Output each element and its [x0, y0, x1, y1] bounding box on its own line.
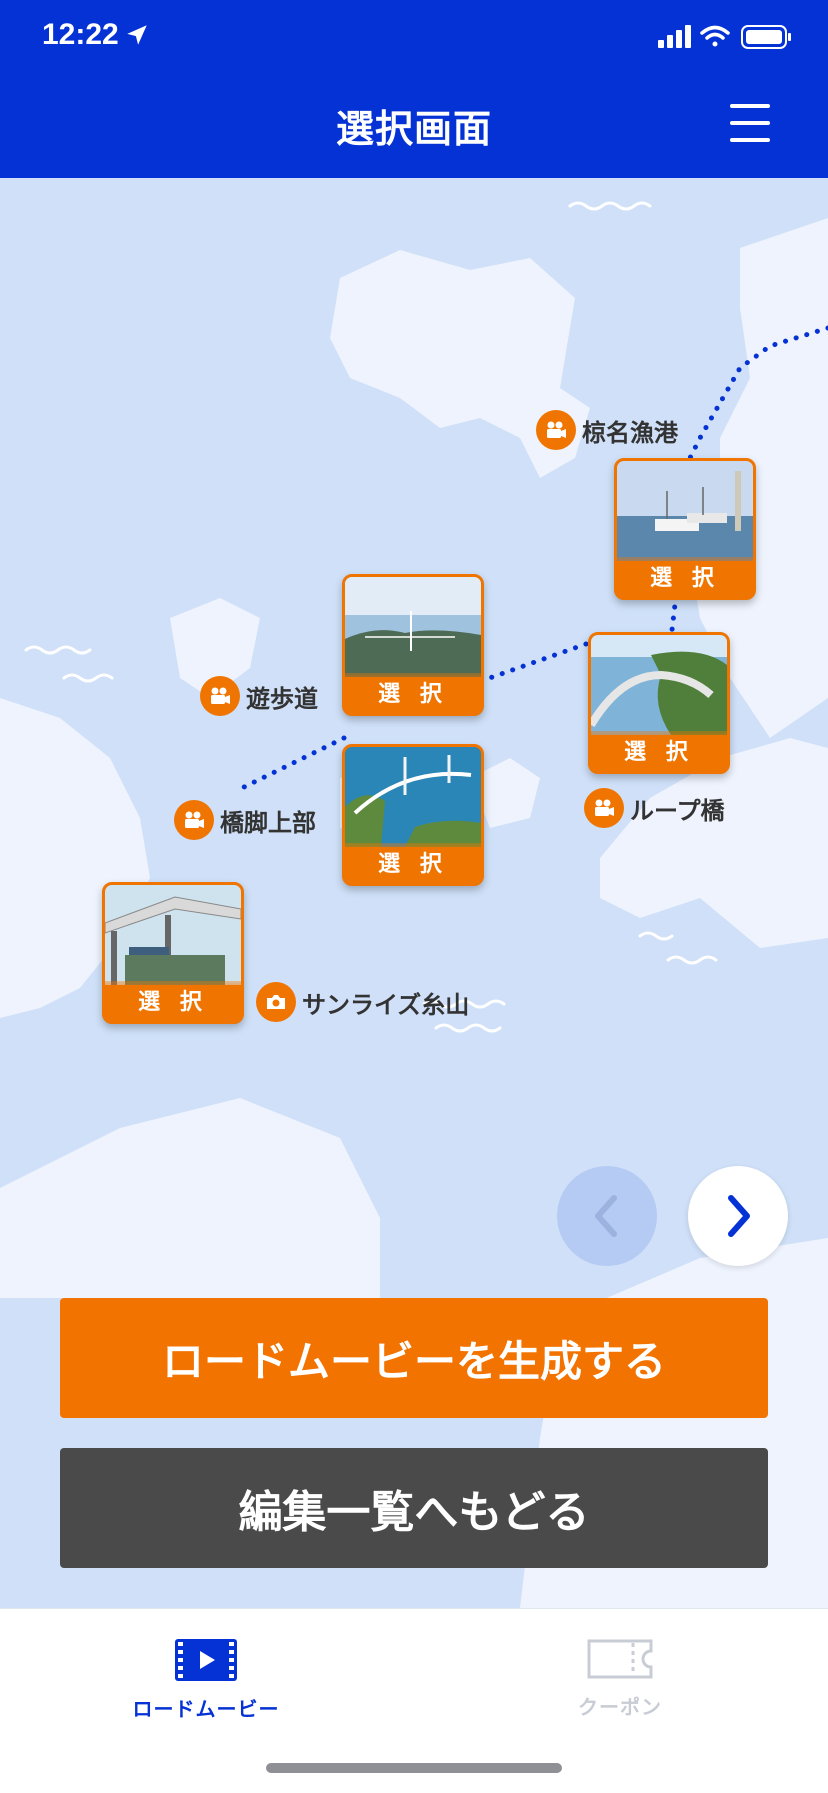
- wifi-icon: [700, 25, 730, 47]
- back-to-edit-list-button[interactable]: 編集一覧へもどる: [60, 1448, 768, 1568]
- photo-promenade: [345, 577, 481, 677]
- bottom-tab-bar: ロードムービー クーポン: [0, 1608, 828, 1793]
- status-time: 12:22: [42, 18, 119, 51]
- spot-label-promenade: 遊歩道: [200, 674, 318, 718]
- video-camera-icon: [174, 800, 214, 840]
- photo-building: [105, 885, 241, 985]
- spot-name: ループ橋: [630, 796, 725, 825]
- tab-road-movie[interactable]: ロードムービー: [106, 1639, 306, 1722]
- spot-name: 遊歩道: [246, 684, 318, 713]
- battery-icon: [741, 25, 791, 49]
- tab-coupon[interactable]: クーポン: [520, 1639, 720, 1720]
- spot-tile-loop-bridge[interactable]: 選 択: [588, 632, 730, 774]
- select-label: 選 択: [105, 981, 241, 1021]
- status-icons: [658, 25, 791, 49]
- tab-label: ロードムービー: [132, 1697, 280, 1721]
- previous-page-button[interactable]: [557, 1166, 657, 1266]
- tab-label: クーポン: [578, 1695, 662, 1719]
- spot-label-pier-top: 橋脚上部: [174, 798, 316, 842]
- camera-icon: [256, 982, 296, 1022]
- menu-line: [730, 121, 770, 125]
- home-indicator[interactable]: [266, 1763, 562, 1773]
- spot-tile-sunrise-itoyama[interactable]: 選 択: [102, 882, 244, 1024]
- signal-icon: [658, 25, 691, 48]
- video-camera-icon: [584, 788, 624, 828]
- chevron-left-icon: [595, 1195, 617, 1237]
- generate-road-movie-button[interactable]: ロードムービーを生成する: [60, 1298, 768, 1418]
- spot-name: サンライズ糸山: [302, 990, 470, 1019]
- menu-line: [730, 104, 770, 108]
- chevron-right-icon: [728, 1195, 750, 1237]
- menu-line: [730, 138, 770, 142]
- spot-tile-pier-top[interactable]: 選 択: [342, 744, 484, 886]
- spot-tile-mukuna-port[interactable]: 選 択: [614, 458, 756, 600]
- spot-label-mukuna-port: 椋名漁港: [536, 408, 678, 452]
- ticket-icon: [587, 1639, 653, 1679]
- location-arrow-icon: [127, 25, 147, 45]
- select-label: 選 択: [345, 843, 481, 883]
- photo-loop-bridge: [591, 635, 727, 735]
- spot-label-sunrise-itoyama: サンライズ糸山: [256, 980, 469, 1024]
- spot-label-loop-bridge: ループ橋: [584, 786, 725, 830]
- video-camera-icon: [536, 410, 576, 450]
- spot-tile-promenade[interactable]: 選 択: [342, 574, 484, 716]
- hamburger-menu-button[interactable]: [730, 104, 770, 142]
- header-bar: 12:22 選択画面: [0, 0, 828, 178]
- video-camera-icon: [200, 676, 240, 716]
- select-label: 選 択: [591, 731, 727, 771]
- spot-name: 橋脚上部: [220, 808, 316, 837]
- next-page-button[interactable]: [688, 1166, 788, 1266]
- select-label: 選 択: [345, 673, 481, 713]
- spot-name: 椋名漁港: [582, 418, 678, 447]
- select-label: 選 択: [617, 557, 753, 597]
- photo-bridge-aerial: [345, 747, 481, 847]
- film-icon: [175, 1639, 237, 1681]
- photo-harbor: [617, 461, 753, 561]
- page-title: 選択画面: [335, 107, 492, 151]
